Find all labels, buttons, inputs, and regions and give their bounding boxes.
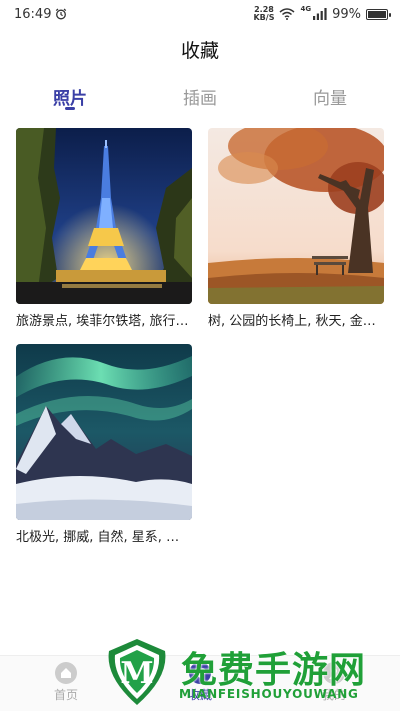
photo-card[interactable]: 旅游景点, 埃菲尔铁塔, 旅行… bbox=[16, 128, 192, 329]
tab-vectors[interactable]: 向量 bbox=[290, 84, 370, 109]
page-title: 收藏 bbox=[180, 40, 219, 62]
status-time: 16:49 bbox=[14, 6, 52, 22]
tab-illustrations-label: 插画 bbox=[183, 89, 217, 109]
photo-card[interactable]: 北极光, 挪威, 自然, 星系, 罗… bbox=[16, 344, 192, 545]
signal-icon bbox=[313, 8, 327, 20]
tab-vectors-label: 向量 bbox=[313, 89, 347, 109]
svg-text:M: M bbox=[120, 656, 153, 691]
tab-active-indicator bbox=[65, 107, 75, 110]
wifi-icon bbox=[279, 8, 295, 20]
photo-caption: 旅游景点, 埃菲尔铁塔, 旅行… bbox=[16, 314, 189, 329]
status-right: 2.28 KB/S 4G 99% bbox=[253, 5, 391, 22]
watermark: M 免费手游网 MIANFEISHOUYOUWANG bbox=[103, 637, 393, 709]
tab-photos[interactable]: 照片 bbox=[30, 84, 110, 110]
photo-card[interactable]: 树, 公园的长椅上, 秋天, 金… bbox=[208, 128, 384, 329]
watermark-subtext: MIANFEISHOUYOUWANG bbox=[179, 687, 359, 701]
network-type: 4G bbox=[300, 5, 312, 13]
photo-thumbnail-eiffel-tower[interactable] bbox=[16, 128, 192, 304]
photo-thumbnail-autumn-tree[interactable] bbox=[208, 128, 384, 304]
tab-photos-label: 照片 bbox=[53, 89, 87, 109]
alarm-icon bbox=[56, 8, 67, 20]
status-left: 16:49 bbox=[14, 7, 67, 22]
photo-caption: 树, 公园的长椅上, 秋天, 金… bbox=[208, 314, 376, 329]
nav-home-label: 首页 bbox=[53, 688, 78, 702]
watermark-text: 免费手游网 bbox=[181, 650, 367, 691]
nav-home[interactable]: 首页 bbox=[26, 662, 106, 703]
home-icon bbox=[55, 662, 77, 684]
photo-thumbnail-northern-lights[interactable] bbox=[16, 344, 192, 520]
battery-percent: 99% bbox=[332, 6, 361, 22]
battery-icon bbox=[366, 8, 391, 20]
status-bar: 16:49 2.28 KB/S 4G 99% bbox=[0, 0, 400, 28]
network-speed-unit: KB/S bbox=[253, 13, 275, 22]
tab-bar: 照片 插画 向量 bbox=[0, 84, 400, 120]
watermark-logo: M bbox=[108, 639, 166, 705]
network-speed: 2.28 KB/S bbox=[253, 6, 274, 22]
tab-illustrations[interactable]: 插画 bbox=[160, 84, 240, 109]
photo-caption: 北极光, 挪威, 自然, 星系, 罗… bbox=[16, 530, 192, 545]
